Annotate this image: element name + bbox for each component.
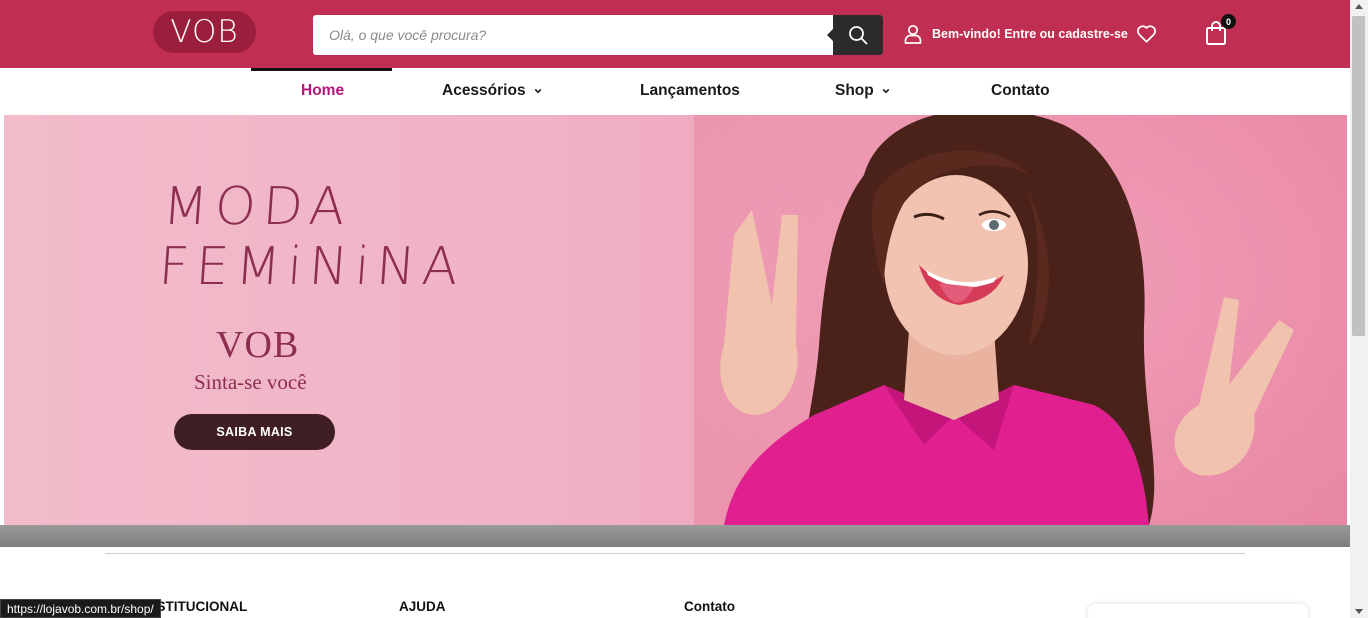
- status-bar-url: https://lojavob.com.br/shop/: [0, 599, 161, 618]
- account-link[interactable]: Bem-vindo! Entre ou cadastre-se: [904, 24, 1128, 44]
- scroll-up-arrow-icon[interactable]: [1355, 4, 1363, 9]
- chevron-down-icon: [534, 88, 541, 94]
- cart-count-badge: 0: [1221, 14, 1236, 29]
- page: VOB Bem-vindo! Entre ou cadastre-se: [0, 0, 1368, 618]
- heart-icon: [1137, 25, 1156, 43]
- search-icon: [849, 26, 868, 45]
- scroll-thumb[interactable]: [1352, 16, 1365, 336]
- nav-contato[interactable]: Contato: [991, 82, 1050, 100]
- headline-line-1: MODA: [161, 177, 354, 237]
- footer-heading-contato: Contato: [684, 599, 735, 614]
- banner-shadow: [0, 525, 1350, 547]
- active-indicator: [251, 68, 392, 71]
- saiba-mais-button[interactable]: SAIBA MAIS: [174, 414, 335, 450]
- hero-banner[interactable]: MODA FEMiNiNA VOB Sinta-se você SAIBA MA…: [4, 115, 1347, 525]
- search-box: [313, 15, 883, 55]
- wishlist-button[interactable]: [1136, 24, 1157, 48]
- headline-line-2: FEMiNiNA: [156, 237, 467, 297]
- chevron-down-icon: [882, 88, 890, 94]
- vertical-scrollbar[interactable]: [1350, 0, 1368, 618]
- banner-tagline: Sinta-se você: [194, 370, 307, 394]
- nav-lancamentos[interactable]: Lançamentos: [640, 82, 740, 100]
- banner-headline: MODA FEMiNiNA: [157, 177, 471, 297]
- footer-heading-ajuda: AJUDA: [399, 599, 446, 614]
- search-button[interactable]: [827, 15, 883, 55]
- main-nav: Home Acessórios Lançamentos Shop Contato: [0, 68, 1350, 112]
- nav-acessorios-label: Acessórios: [442, 82, 526, 99]
- footer-divider: [105, 553, 1245, 554]
- nav-shop-label: Shop: [835, 82, 874, 99]
- search-input[interactable]: [313, 15, 833, 55]
- banner-brand: VOB: [216, 324, 300, 366]
- account-label: Bem-vindo! Entre ou cadastre-se: [932, 27, 1128, 41]
- nav-lancamentos-label: Lançamentos: [640, 82, 740, 99]
- banner-model-photo: [694, 115, 1347, 525]
- header-bar: VOB Bem-vindo! Entre ou cadastre-se: [0, 0, 1350, 68]
- nav-acessorios[interactable]: Acessórios: [442, 82, 542, 100]
- nav-home[interactable]: Home: [301, 82, 344, 100]
- nav-home-label: Home: [301, 82, 345, 99]
- floating-card[interactable]: [1088, 604, 1308, 618]
- nav-shop[interactable]: Shop: [835, 82, 890, 100]
- nav-contato-label: Contato: [991, 82, 1050, 99]
- user-icon: [904, 24, 922, 44]
- scroll-down-arrow-icon[interactable]: [1355, 609, 1363, 614]
- logo[interactable]: VOB: [153, 11, 256, 53]
